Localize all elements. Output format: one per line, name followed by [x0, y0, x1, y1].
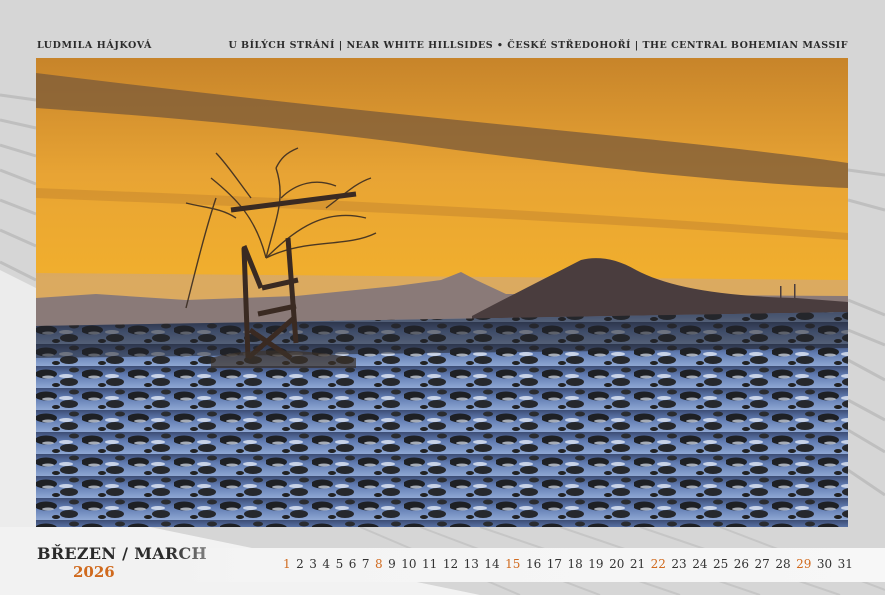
day-number: 1	[283, 557, 291, 571]
day-number: 22	[650, 557, 666, 571]
day-number: 25	[712, 557, 729, 571]
day-number: 12	[442, 557, 459, 571]
day-number: 31	[837, 557, 853, 571]
day-number: 27	[754, 557, 770, 571]
day-number: 30	[816, 557, 833, 571]
day-number: 26	[733, 557, 750, 571]
day-number: 11	[422, 557, 438, 571]
day-number: 3	[309, 557, 317, 571]
day-number: 14	[484, 557, 500, 571]
day-number: 20	[609, 557, 625, 571]
day-number: 18	[567, 557, 583, 571]
day-number: 7	[361, 557, 370, 571]
photo-caption: U BÍLÝCH STRÁNÍ | NEAR WHITE HILLSIDES •…	[228, 40, 848, 51]
day-number: 21	[629, 557, 646, 571]
day-number: 2	[296, 557, 304, 571]
day-number: 4	[322, 557, 331, 571]
day-number: 5	[335, 557, 344, 571]
photographer-name: LUDMILA HÁJKOVÁ	[37, 40, 152, 51]
day-number: 6	[348, 557, 357, 571]
landscape-photo	[36, 58, 848, 527]
day-number: 24	[692, 557, 708, 571]
day-number: 19	[588, 557, 604, 571]
day-number: 15	[505, 557, 521, 571]
day-number: 8	[374, 557, 383, 571]
day-number: 28	[775, 557, 791, 571]
day-number: 13	[463, 557, 479, 571]
day-number: 17	[546, 557, 563, 571]
day-number: 29	[796, 557, 812, 571]
day-number: 23	[671, 557, 687, 571]
day-number: 16	[525, 557, 542, 571]
day-number: 10	[401, 557, 417, 571]
day-number: 9	[388, 557, 396, 571]
day-numbers: 1 2 3 4 5 6 7 8 9 10 11 12 13 14 15 16 17 18 19 20 21 22 23 24 2…	[283, 557, 853, 571]
